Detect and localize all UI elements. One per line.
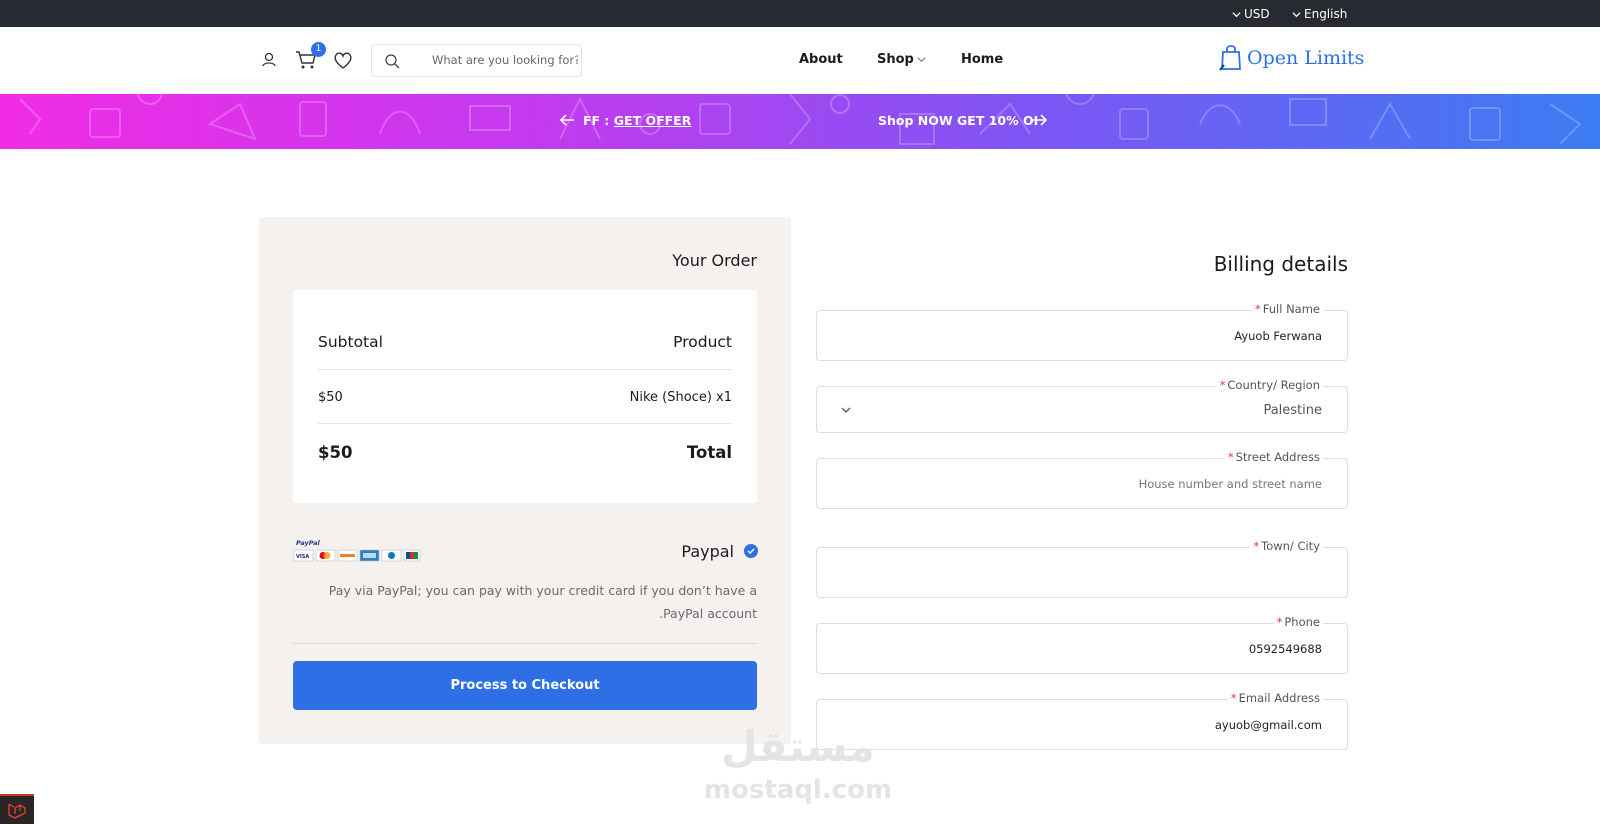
order-summary-panel: Your Order Subtotal Product $50 Nike (Sh… [259,217,791,744]
banner-prev-button[interactable] [559,112,575,126]
field-label: * Full Name [1252,302,1323,316]
chevron-down-icon [1292,11,1301,17]
full-name-value: Ayuob Ferwana [1234,329,1322,343]
chevron-down-icon [1232,11,1241,17]
item-name: Nike (Shoce) x1 [629,390,732,405]
payment-cards-logo: PayPal VISA [293,539,421,562]
field-label: * Phone [1273,615,1323,629]
cart-count-badge: 1 [311,42,326,57]
user-icon [262,52,276,67]
get-offer-link[interactable]: GET OFFER [614,113,692,128]
field-label: * Street Address [1224,450,1323,464]
total-label: Total [686,443,732,462]
shopping-pattern-decoration [19,94,1582,145]
divider [293,643,757,644]
banner-prefix: FF : [583,113,610,128]
currency-label: USD [1244,7,1270,21]
field-label: * Country/ Region [1216,378,1323,392]
chevron-down-icon [917,57,926,63]
paypal-logo-text: PayPal [296,539,321,547]
nav-home[interactable]: Home [961,52,1003,67]
nav-about[interactable]: About [799,52,843,67]
svg-text:VISA: VISA [296,554,309,560]
payment-method-label[interactable]: Paypal [681,542,734,561]
total-value: $50 [318,443,353,462]
order-title: Your Order [672,251,757,270]
language-label: English [1304,7,1348,21]
nav-shop-label: Shop [877,52,914,67]
order-total-row: $50 Total [318,443,732,462]
country-label: Country/ Region [1227,378,1320,392]
payment-description: Pay via PayPal; you can pay with your cr… [287,579,757,625]
chevron-down-icon [841,407,851,413]
subtotal-header: Subtotal [318,333,383,351]
product-header: Product [673,333,732,351]
item-price: $50 [318,390,343,405]
phone-value: 0592549688 [1248,642,1322,656]
banner-message-right: Shop NOW GET 10% OI [878,113,1039,128]
debug-toolbar-button[interactable] [0,794,34,824]
full-name-field[interactable]: * Full Name Ayuob Ferwana [816,302,1348,361]
town-city-field[interactable]: * Town/ City [816,539,1348,598]
watermark-latin: mostaql.com [703,775,893,805]
order-table: Subtotal Product $50 Nike (Shoce) x1 $50… [293,290,757,503]
search-box [371,44,582,77]
search-input[interactable] [432,53,578,67]
divider [318,423,732,424]
email-label: Email Address [1238,691,1320,705]
billing-title: Billing details [1213,252,1348,276]
shopping-bag-logo-icon [1219,45,1241,71]
watermark-arabic: مستقل [721,722,875,771]
laravel-logo-icon [8,803,26,819]
check-icon [747,548,755,555]
street-address-field[interactable]: * Street Address House number and street … [816,450,1348,509]
order-item-row: $50 Nike (Shoce) x1 [318,390,732,405]
brand-logo[interactable]: Open Limits [1219,43,1364,73]
heart-icon [334,52,352,69]
watermark: مستقل mostaql.com [698,722,898,822]
search-icon[interactable] [384,53,400,69]
payment-description-line: .PayPal account [659,606,757,621]
banner-message-left: FF : GET OFFER [583,113,691,128]
full-name-label: Full Name [1262,302,1320,316]
town-city-label: Town/ City [1261,539,1320,553]
street-address-placeholder: House number and street name [1138,477,1322,491]
country-select[interactable]: * Country/ Region Palestine [816,378,1348,433]
brand-name: Open Limits [1247,47,1365,69]
order-header-row: Subtotal Product [318,333,732,351]
email-value: ayuob@gmail.com [1214,718,1322,732]
arrow-right-icon [1033,114,1048,126]
phone-field[interactable]: * Phone 0592549688 [816,615,1348,674]
account-button[interactable] [257,48,281,72]
site-header: 1 About Shop Home Open Limits [0,27,1600,94]
field-label: * Town/ City [1250,539,1323,553]
nav-home-label: Home [961,52,1004,67]
arrow-left-icon [559,114,574,126]
payment-description-line: Pay via PayPal; you can pay with your cr… [328,583,757,598]
street-address-label: Street Address [1235,450,1320,464]
field-label: * Email Address [1227,691,1323,705]
promo-banner: FF : GET OFFER Shop NOW GET 10% OI [0,94,1600,149]
country-value: Palestine [1263,403,1322,418]
nav-shop[interactable]: Shop [877,52,926,67]
wishlist-button[interactable] [331,48,355,72]
phone-label: Phone [1284,615,1320,629]
top-bar: USD English [0,0,1600,27]
currency-selector[interactable]: USD [1232,7,1270,21]
divider [318,369,732,370]
paypal-radio[interactable] [744,544,758,558]
nav-about-label: About [799,52,843,67]
banner-next-button[interactable] [1032,112,1048,126]
checkout-button[interactable]: Process to Checkout [293,661,757,710]
language-selector[interactable]: English [1292,7,1347,21]
